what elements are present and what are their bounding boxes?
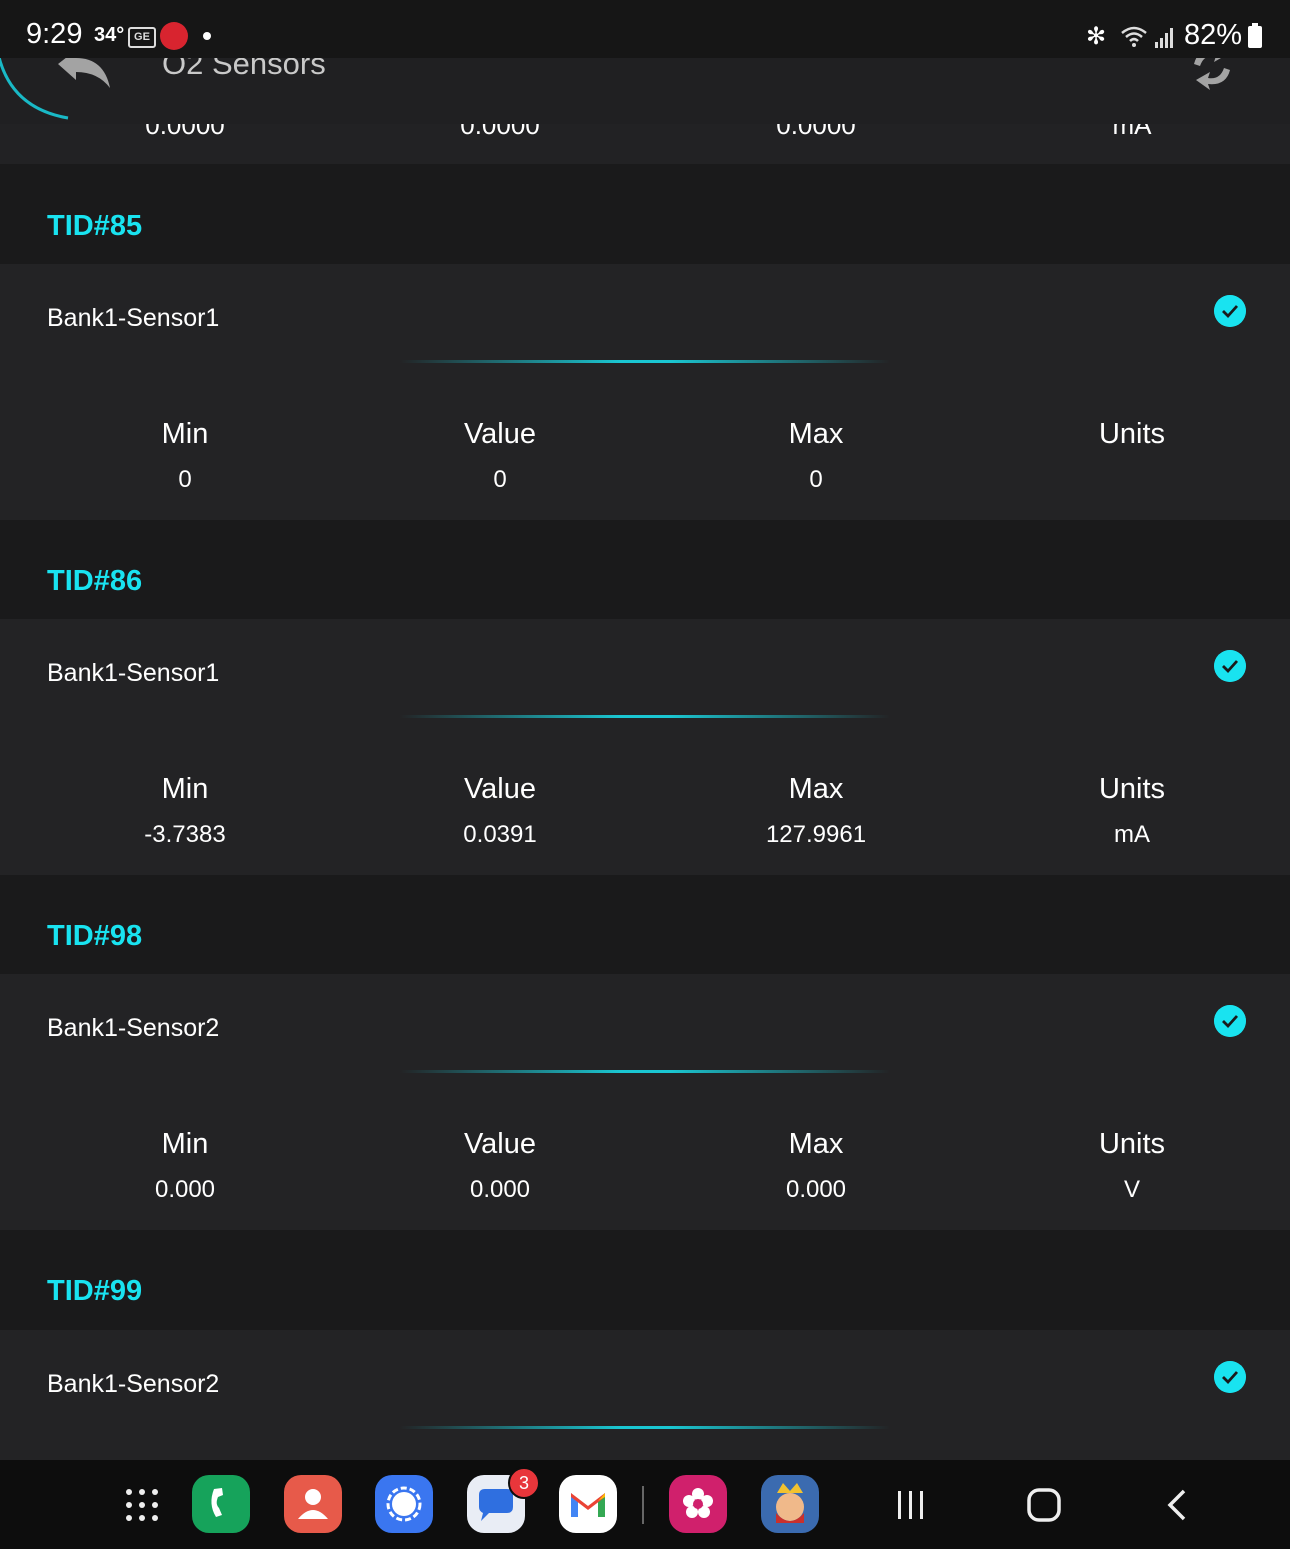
max-label: Max: [788, 773, 844, 805]
ge-notification-icon: GE: [128, 27, 156, 48]
tid-label: TID#99: [47, 1275, 143, 1307]
units-value: V: [1123, 1176, 1140, 1203]
status-bar: 9:29 34° GE ✻ 82%: [0, 0, 1290, 58]
phone-app-icon[interactable]: [192, 1475, 250, 1533]
value-label: Value: [463, 418, 537, 450]
tid-label: TID#86: [47, 565, 143, 597]
check-circle-icon: [1214, 1361, 1246, 1393]
max-label: Max: [788, 1128, 844, 1160]
min-value: 0: [178, 466, 192, 493]
back-nav-icon[interactable]: [1162, 1487, 1192, 1523]
divider: [400, 715, 890, 718]
status-time: 9:29: [26, 18, 83, 50]
sensor-card-tid85[interactable]: Bank1-Sensor1 Min Value Max Units 0 0 0: [0, 264, 1290, 520]
sensor-name: Bank1-Sensor2: [47, 1014, 220, 1042]
contacts-app-icon[interactable]: [284, 1475, 342, 1533]
value-label: Value: [463, 1128, 537, 1160]
battery-icon: [1248, 23, 1262, 48]
recent-apps-icon[interactable]: [894, 1488, 928, 1522]
check-circle-icon: [1214, 1005, 1246, 1037]
battery-percent: 82%: [1184, 19, 1243, 51]
section-header-tid85: TID#85: [0, 164, 1290, 264]
current-value: 0: [493, 466, 507, 493]
game-app-icon[interactable]: [761, 1475, 819, 1533]
flower-app-icon[interactable]: [669, 1475, 727, 1533]
bluetooth-icon: ✻: [1086, 23, 1107, 50]
max-label: Max: [788, 418, 844, 450]
messages-badge: 3: [508, 1467, 540, 1499]
units-label: Units: [1098, 418, 1166, 450]
min-label: Min: [161, 418, 209, 450]
sensor-name: Bank1-Sensor2: [47, 1370, 220, 1398]
sensor-name: Bank1-Sensor1: [47, 304, 220, 332]
sensor-card-tid99[interactable]: Bank1-Sensor2: [0, 1330, 1290, 1460]
check-circle-icon: [1214, 295, 1246, 327]
gmail-app-icon[interactable]: [559, 1475, 617, 1533]
max-value: 127.9961: [765, 821, 867, 848]
section-header-tid99: TID#99: [0, 1230, 1290, 1330]
sensor-name: Bank1-Sensor1: [47, 659, 220, 687]
divider: [400, 1070, 890, 1073]
tid-label: TID#85: [47, 210, 143, 242]
more-notifications-dot-icon: [203, 32, 211, 40]
signal-app-icon[interactable]: [375, 1475, 433, 1533]
sensor-card-tid98[interactable]: Bank1-Sensor2 Min Value Max Units 0.000 …: [0, 974, 1290, 1230]
cell-signal-icon: [1155, 28, 1173, 48]
dock-divider: [642, 1486, 644, 1524]
section-header-tid86: TID#86: [0, 520, 1290, 620]
min-value: 0.000: [154, 1176, 216, 1203]
units-value: mA: [1114, 821, 1150, 848]
navigation-bar: 3: [0, 1460, 1290, 1549]
current-value: 0.000: [469, 1176, 531, 1203]
home-icon[interactable]: [1026, 1487, 1062, 1523]
min-value: -3.7383: [144, 821, 226, 848]
current-value: 0.0391: [463, 821, 537, 848]
tid-label: TID#98: [47, 920, 143, 952]
sensor-card-tid86[interactable]: Bank1-Sensor1 Min Value Max Units -3.738…: [0, 619, 1290, 875]
divider: [400, 1426, 890, 1429]
wifi-icon: [1121, 26, 1147, 47]
units-label: Units: [1098, 773, 1166, 805]
divider: [400, 360, 890, 363]
max-value: 0.000: [785, 1176, 847, 1203]
min-label: Min: [161, 773, 209, 805]
app-notification-icon: [160, 22, 188, 50]
value-label: Value: [463, 773, 537, 805]
min-label: Min: [161, 1128, 209, 1160]
check-circle-icon: [1214, 650, 1246, 682]
app-drawer-icon[interactable]: [124, 1487, 160, 1523]
app-header: O2 Sensors: [0, 44, 1290, 124]
section-header-tid98: TID#98: [0, 875, 1290, 975]
units-label: Units: [1098, 1128, 1166, 1160]
status-temperature: 34°: [94, 24, 125, 46]
max-value: 0: [809, 466, 823, 493]
